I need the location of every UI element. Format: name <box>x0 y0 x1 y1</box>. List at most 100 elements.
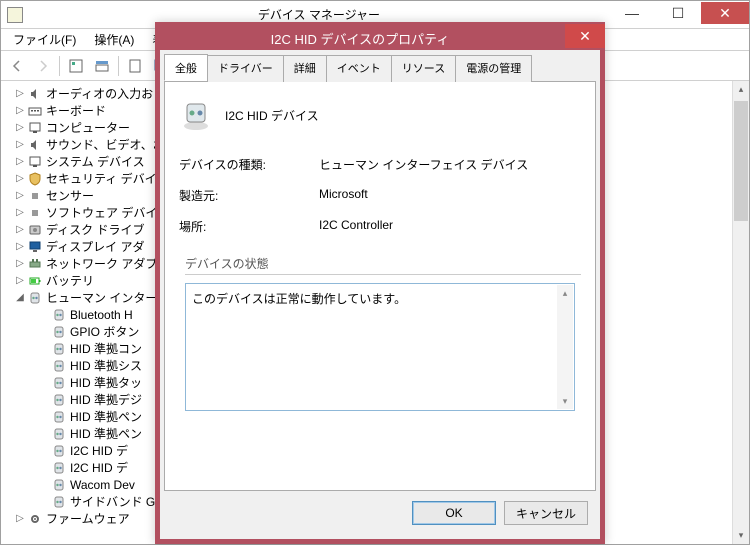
gear-icon <box>27 512 43 526</box>
tree-item-label: HID 準拠タッ <box>70 374 142 391</box>
tree-item-label: ディスク ドライブ <box>46 221 145 238</box>
speaker-icon <box>27 138 43 152</box>
minimize-button[interactable]: — <box>609 2 655 24</box>
label-location: 場所: <box>179 218 319 235</box>
tree-item-label: センサー <box>46 187 94 204</box>
tab[interactable]: 電源の管理 <box>455 55 532 82</box>
dialog-close-button[interactable]: ✕ <box>565 24 605 48</box>
tree-item-label: サイドバンド G <box>70 493 155 510</box>
value-location: I2C Controller <box>319 218 393 235</box>
dialog-title: I2C HID デバイスのプロパティ <box>155 29 565 48</box>
back-button[interactable] <box>5 54 29 78</box>
expand-icon[interactable]: ▷ <box>13 156 27 167</box>
expand-icon[interactable]: ▷ <box>13 207 27 218</box>
keyboard-icon <box>27 104 43 118</box>
sensor-icon <box>27 189 43 203</box>
ok-button[interactable]: OK <box>412 501 496 525</box>
expand-icon[interactable]: ▷ <box>13 139 27 150</box>
toolbar-icon[interactable] <box>123 54 147 78</box>
hid-icon <box>51 427 67 441</box>
tree-item-label: HID 準拠コン <box>70 340 142 357</box>
app-icon <box>7 7 23 23</box>
hid-icon <box>51 393 67 407</box>
tree-item-label: キーボード <box>46 102 106 119</box>
tab[interactable]: リソース <box>391 55 456 82</box>
hid-icon <box>27 291 43 305</box>
expand-icon[interactable]: ▷ <box>13 173 27 184</box>
tree-item-label: HID 準拠ペン <box>70 425 142 442</box>
label-device-status: デバイスの状態 <box>179 255 581 272</box>
batt-icon <box>27 274 43 288</box>
tree-item-label: HID 準拠デジ <box>70 391 142 408</box>
speaker-icon <box>27 87 43 101</box>
expand-icon[interactable]: ▷ <box>13 190 27 201</box>
collapse-icon[interactable]: ◢ <box>13 292 27 303</box>
hid-icon <box>51 376 67 390</box>
toolbar-icon[interactable] <box>64 54 88 78</box>
status-scrollbar[interactable]: ▴ ▾ <box>557 285 573 409</box>
vertical-scrollbar[interactable]: ▴ ▾ <box>732 81 749 544</box>
value-manufacturer: Microsoft <box>319 187 368 204</box>
tab[interactable]: 全般 <box>164 54 208 81</box>
pc-icon <box>27 121 43 135</box>
tree-item-label: バッテリ <box>46 272 94 289</box>
expand-icon[interactable]: ▷ <box>13 122 27 133</box>
hid-icon <box>51 325 67 339</box>
dialog-button-row: OK キャンセル <box>164 491 596 535</box>
scroll-up-icon[interactable]: ▴ <box>733 81 749 98</box>
tree-item-label: I2C HID デ <box>70 442 128 459</box>
label-device-type: デバイスの種類: <box>179 156 319 173</box>
tree-item-label: ファームウェア <box>46 510 130 527</box>
tree-item-label: ソフトウェア デバイ <box>46 204 157 221</box>
device-status-text: このデバイスは正常に動作しています。 <box>192 292 406 306</box>
tab[interactable]: 詳細 <box>283 55 327 82</box>
expand-icon[interactable]: ▷ <box>13 258 27 269</box>
expand-icon[interactable]: ▷ <box>13 88 27 99</box>
tree-item-label: GPIO ボタン <box>70 323 139 340</box>
menu-action[interactable]: 操作(A) <box>86 29 142 50</box>
maximize-button[interactable]: ☐ <box>655 2 701 24</box>
scroll-down-icon[interactable]: ▾ <box>733 527 749 544</box>
tab[interactable]: イベント <box>326 55 392 82</box>
scroll-down-icon[interactable]: ▾ <box>557 393 573 409</box>
scroll-thumb[interactable] <box>734 101 748 221</box>
display-icon <box>27 240 43 254</box>
sensor-icon <box>27 206 43 220</box>
hid-icon <box>51 308 67 322</box>
hid-icon <box>51 495 67 509</box>
tree-item-label: Wacom Dev <box>70 478 135 492</box>
expand-icon[interactable]: ▷ <box>13 275 27 286</box>
forward-button[interactable] <box>31 54 55 78</box>
tab[interactable]: ドライバー <box>207 55 284 82</box>
hid-icon <box>51 359 67 373</box>
tree-item-label: システム デバイス <box>46 153 145 170</box>
expand-icon[interactable]: ▷ <box>13 513 27 524</box>
net-icon <box>27 257 43 271</box>
tree-item-label: I2C HID デ <box>70 459 128 476</box>
hid-icon <box>51 461 67 475</box>
expand-icon[interactable]: ▷ <box>13 224 27 235</box>
shield-icon <box>27 172 43 186</box>
expand-icon[interactable]: ▷ <box>13 241 27 252</box>
hid-icon <box>51 342 67 356</box>
toolbar-icon[interactable] <box>90 54 114 78</box>
pc-icon <box>27 155 43 169</box>
tree-item-label: HID 準拠シス <box>70 357 142 374</box>
value-device-type: ヒューマン インターフェイス デバイス <box>319 156 528 173</box>
expand-icon[interactable]: ▷ <box>13 105 27 116</box>
window-title: デバイス マネージャー <box>29 6 609 23</box>
tree-item-label: HID 準拠ペン <box>70 408 142 425</box>
tree-item-label: オーディオの入力お <box>46 85 153 102</box>
cancel-button[interactable]: キャンセル <box>504 501 588 525</box>
menu-file[interactable]: ファイル(F) <box>5 29 84 50</box>
close-button[interactable]: ✕ <box>701 2 749 24</box>
dialog-titlebar: I2C HID デバイスのプロパティ ✕ <box>155 22 605 50</box>
label-manufacturer: 製造元: <box>179 187 319 204</box>
hid-icon <box>51 478 67 492</box>
tree-item-label: サウンド、ビデオ、お <box>46 136 165 153</box>
disk-icon <box>27 223 43 237</box>
scroll-up-icon[interactable]: ▴ <box>557 285 573 301</box>
properties-dialog: I2C HID デバイスのプロパティ ✕ 全般ドライバー詳細イベントリソース電源… <box>155 22 605 544</box>
tree-item-label: コンピューター <box>46 119 130 136</box>
device-status-textbox[interactable]: このデバイスは正常に動作しています。 ▴ ▾ <box>185 283 575 411</box>
